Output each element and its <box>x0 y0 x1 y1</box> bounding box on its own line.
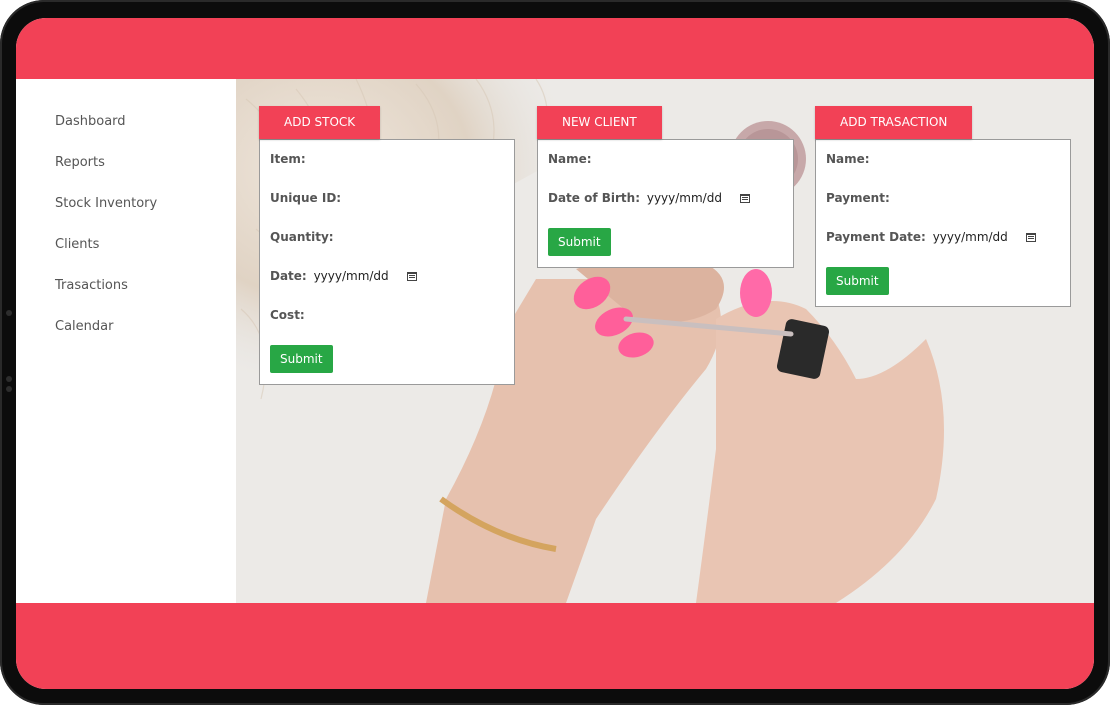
sidebar-item-dashboard[interactable]: Dashboard <box>55 101 236 142</box>
date-input[interactable]: yyyy/mm/dd <box>314 269 389 283</box>
add-stock-submit-button[interactable]: Submit <box>270 345 333 373</box>
item-field[interactable]: Item: <box>270 146 504 185</box>
date-field: Date: yyyy/mm/dd <box>270 263 504 302</box>
add-transaction-card: ADD TRASACTION Name: Payment: Payment Da… <box>815 106 1071 307</box>
payment-date-input[interactable]: yyyy/mm/dd <box>933 230 1008 244</box>
add-transaction-form: Name: Payment: Payment Date: yyyy/mm/dd … <box>815 139 1071 307</box>
date-of-birth-field: Date of Birth: yyyy/mm/dd <box>548 185 783 224</box>
sidebar-item-reports[interactable]: Reports <box>55 142 236 183</box>
sidebar-item-clients[interactable]: Clients <box>55 224 236 265</box>
item-label: Item: <box>270 152 306 166</box>
calendar-icon[interactable] <box>1025 233 1036 242</box>
add-transaction-title: ADD TRASACTION <box>815 106 973 139</box>
device-sensor <box>6 376 12 382</box>
quantity-label: Quantity: <box>270 230 334 244</box>
add-transaction-submit-button[interactable]: Submit <box>826 267 889 295</box>
payment-date-field: Payment Date: yyyy/mm/dd <box>826 224 1060 263</box>
cost-label: Cost: <box>270 308 305 322</box>
transaction-name-field[interactable]: Name: <box>826 146 1060 185</box>
sidebar-item-transactions[interactable]: Trasactions <box>55 265 236 306</box>
bottom-footer-bar <box>16 603 1094 689</box>
sidebar: Dashboard Reports Stock Inventory Client… <box>16 79 236 603</box>
device-camera <box>6 310 12 316</box>
payment-label: Payment: <box>826 191 890 205</box>
add-stock-form: Item: Unique ID: Quantity: Date: yyyy/mm… <box>259 139 515 385</box>
device-sensor <box>6 386 12 392</box>
main-content: ADD STOCK Item: Unique ID: Quantity: Dat… <box>236 79 1094 603</box>
transaction-name-label: Name: <box>826 152 870 166</box>
add-stock-title: ADD STOCK <box>259 106 381 139</box>
cost-field[interactable]: Cost: <box>270 302 504 341</box>
sidebar-nav: Dashboard Reports Stock Inventory Client… <box>16 79 236 347</box>
client-name-field[interactable]: Name: <box>548 146 783 185</box>
unique-id-label: Unique ID: <box>270 191 342 205</box>
unique-id-field[interactable]: Unique ID: <box>270 185 504 224</box>
payment-date-label: Payment Date: <box>826 230 926 244</box>
sidebar-item-calendar[interactable]: Calendar <box>55 306 236 347</box>
date-label: Date: <box>270 269 307 283</box>
quantity-field[interactable]: Quantity: <box>270 224 504 263</box>
add-stock-card: ADD STOCK Item: Unique ID: Quantity: Dat… <box>259 106 515 385</box>
app-screen: Dashboard Reports Stock Inventory Client… <box>16 18 1094 689</box>
new-client-title: NEW CLIENT <box>537 106 662 139</box>
date-of-birth-label: Date of Birth: <box>548 191 641 205</box>
sidebar-item-stock-inventory[interactable]: Stock Inventory <box>55 183 236 224</box>
client-name-label: Name: <box>548 152 592 166</box>
new-client-submit-button[interactable]: Submit <box>548 228 611 256</box>
date-of-birth-input[interactable]: yyyy/mm/dd <box>647 191 722 205</box>
top-header-bar <box>16 18 1094 79</box>
new-client-card: NEW CLIENT Name: Date of Birth: yyyy/mm/… <box>537 106 794 268</box>
payment-field[interactable]: Payment: <box>826 185 1060 224</box>
calendar-icon[interactable] <box>739 194 750 203</box>
new-client-form: Name: Date of Birth: yyyy/mm/dd Submit <box>537 139 794 268</box>
tablet-frame: Dashboard Reports Stock Inventory Client… <box>0 0 1110 705</box>
calendar-icon[interactable] <box>406 272 417 281</box>
